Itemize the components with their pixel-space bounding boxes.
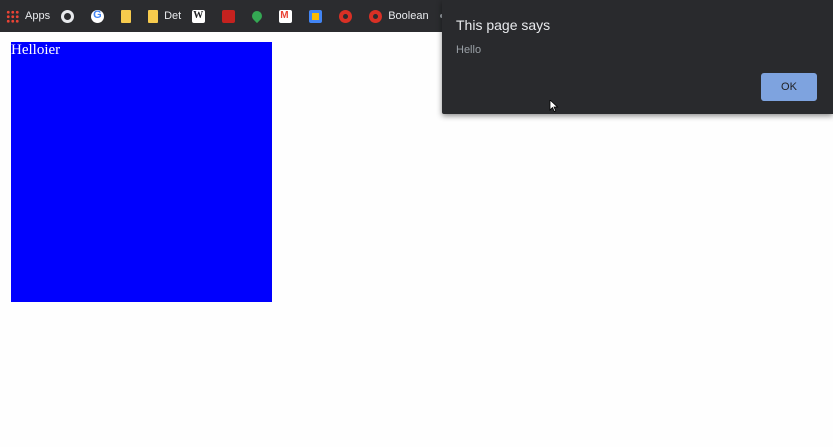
bookmark-pdf[interactable] — [222, 4, 241, 28]
blue-box: Helloier — [11, 42, 272, 302]
gear-icon — [369, 9, 383, 23]
bookmark-boolean[interactable]: Boolean — [369, 4, 429, 28]
dialog-title: This page says — [456, 17, 551, 33]
alert-dialog: This page says Hello OK — [442, 0, 833, 114]
bookmark-label: Boolean — [388, 10, 429, 22]
bookmark-apps[interactable]: Apps — [6, 4, 50, 28]
bookmark-docs[interactable] — [309, 4, 328, 28]
bookmark-globe[interactable] — [61, 4, 80, 28]
bookmark-gear[interactable] — [339, 4, 358, 28]
pdf-icon — [222, 9, 236, 23]
apps-grid-icon — [6, 9, 19, 23]
globe-icon — [61, 9, 75, 23]
google-icon — [91, 9, 105, 23]
bookmark-gmail[interactable] — [279, 4, 298, 28]
wikipedia-icon — [192, 9, 206, 23]
bookmark-maps[interactable] — [250, 4, 268, 28]
mouse-cursor-icon — [549, 100, 559, 112]
bookmark-det[interactable]: Det — [148, 4, 181, 28]
box-text: Helloier — [11, 42, 61, 58]
bookmark-label: Det — [164, 10, 182, 22]
docs-icon — [309, 9, 323, 23]
bookmark-google[interactable] — [91, 4, 110, 28]
bookmark-folder[interactable] — [121, 4, 137, 28]
folder-icon — [121, 9, 132, 23]
maps-pin-icon — [250, 8, 265, 24]
folder-icon — [148, 9, 159, 23]
bookmark-label: Apps — [25, 10, 51, 22]
gmail-icon — [279, 9, 293, 23]
bookmark-wikipedia[interactable] — [192, 4, 211, 28]
ok-button[interactable]: OK — [761, 73, 817, 101]
dialog-message: Hello — [456, 44, 482, 56]
gear-icon — [339, 9, 353, 23]
